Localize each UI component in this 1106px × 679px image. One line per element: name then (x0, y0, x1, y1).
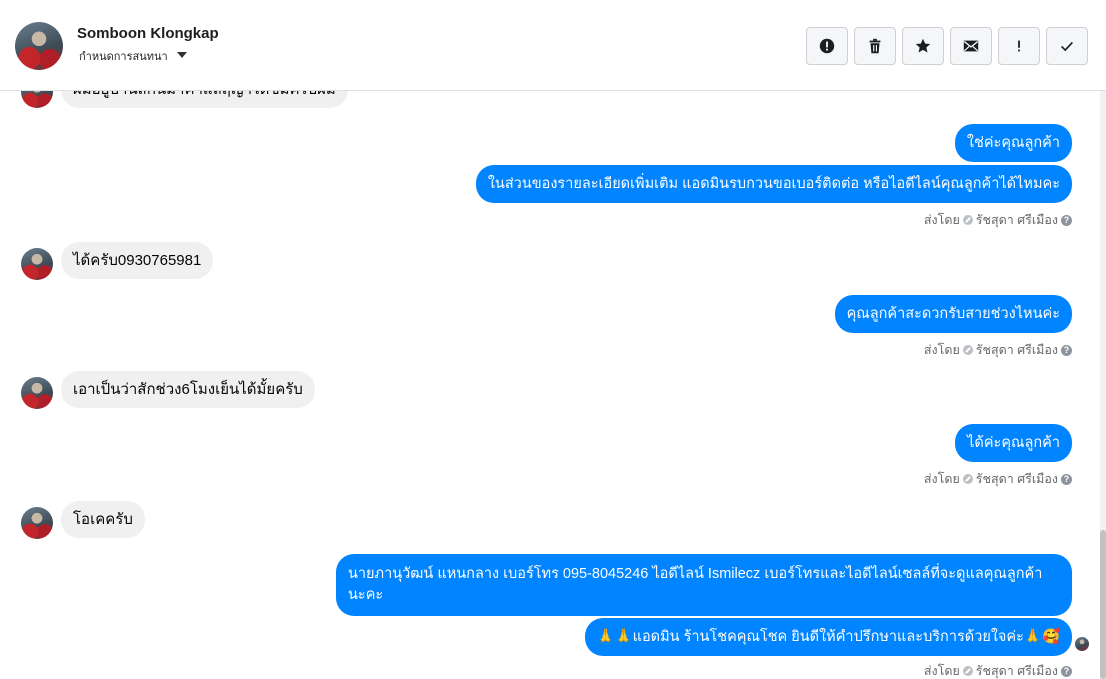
sent-by-label: ส่งโดย (923, 472, 960, 486)
trash-icon (869, 38, 881, 54)
incoming-message[interactable]: ผมอยู่บ้านสกนมาคำแลฤญาได้ขึ้มครับผม (61, 91, 348, 108)
agent-name[interactable]: รัชสุดา ศรีเมือง (976, 340, 1058, 360)
envelope-icon (963, 40, 979, 52)
check-icon (962, 474, 973, 484)
check-icon (962, 215, 973, 225)
outgoing-message[interactable]: ในส่วนของรายละเอียดเพิ่มเติม แอดมินรบกวน… (475, 165, 1072, 203)
action-toolbar (806, 27, 1088, 65)
avatar[interactable] (21, 248, 53, 280)
sent-by-label: ส่งโดย (923, 343, 960, 357)
read-receipt-avatar (1075, 637, 1089, 651)
spam-button[interactable] (998, 27, 1040, 65)
sent-by-meta: ส่งโดย รัชสุดา ศรีเมือง ? (924, 340, 1072, 360)
outgoing-message[interactable]: ใช่ค่ะคุณลูกค้า (954, 124, 1072, 162)
outgoing-message[interactable]: นายภานุวัฒน์ แหนกลาง เบอร์โทร 095-804524… (336, 554, 1072, 616)
contact-name[interactable]: Somboon Klongkap (77, 25, 219, 42)
avatar[interactable] (21, 377, 53, 409)
done-button[interactable] (1046, 27, 1088, 65)
help-icon[interactable]: ? (1061, 665, 1072, 677)
agent-name[interactable]: รัชสุดา ศรีเมือง (976, 661, 1058, 679)
help-icon[interactable]: ? (1061, 473, 1072, 485)
sent-by-meta: ส่งโดย รัชสุดา ศรีเมือง ? (924, 210, 1072, 230)
star-icon (915, 38, 931, 53)
report-icon (819, 38, 835, 54)
avatar[interactable] (21, 91, 53, 108)
help-icon[interactable]: ? (1061, 214, 1072, 226)
sent-by-meta: ส่งโดย รัชสุดา ศรีเมือง ? (924, 469, 1072, 489)
sent-by-label: ส่งโดย (923, 664, 960, 678)
outgoing-message[interactable]: ได้ค่ะคุณลูกค้า (955, 424, 1072, 462)
sent-by-label: ส่งโดย (923, 213, 960, 227)
scrollbar-thumb[interactable] (1100, 530, 1106, 679)
help-icon[interactable]: ? (1061, 344, 1072, 356)
check-icon (1061, 41, 1073, 52)
conversation-header: Somboon Klongkap กำหนดการสนทนา (0, 0, 1106, 91)
agent-name[interactable]: รัชสุดา ศรีเมือง (976, 210, 1058, 230)
incoming-message[interactable]: โอเคครับ (61, 501, 145, 538)
avatar[interactable] (21, 507, 53, 539)
star-button[interactable] (902, 27, 944, 65)
conversation-label[interactable]: กำหนดการสนทนา (79, 47, 168, 65)
report-button[interactable] (806, 27, 848, 65)
sent-by-meta: ส่งโดย รัชสุดา ศรีเมือง ? (924, 661, 1072, 679)
message-thread[interactable]: ผมอยู่บ้านสกนมาคำแลฤญาได้ขึ้มครับผม ใช่ค… (0, 91, 1106, 679)
incoming-message[interactable]: เอาเป็นว่าสักช่วง6โมงเย็นได้มั้ยครับ (61, 371, 315, 408)
incoming-message[interactable]: ได้ครับ0930765981 (61, 242, 214, 279)
check-icon (962, 345, 973, 355)
agent-name[interactable]: รัชสุดา ศรีเมือง (976, 469, 1058, 489)
mark-unread-button[interactable] (950, 27, 992, 65)
check-icon (962, 666, 973, 676)
outgoing-message[interactable]: คุณลูกค้าสะดวกรับสายช่วงไหนค่ะ (834, 295, 1072, 333)
outgoing-message[interactable]: 🙏🙏แอดมิน ร้านโชคคุณโชค ยินดีให้คำปรึกษาแ… (584, 618, 1072, 656)
contact-avatar[interactable] (15, 22, 63, 70)
delete-button[interactable] (854, 27, 896, 65)
exclamation-icon (1018, 40, 1020, 52)
caret-down-icon[interactable] (177, 52, 187, 58)
